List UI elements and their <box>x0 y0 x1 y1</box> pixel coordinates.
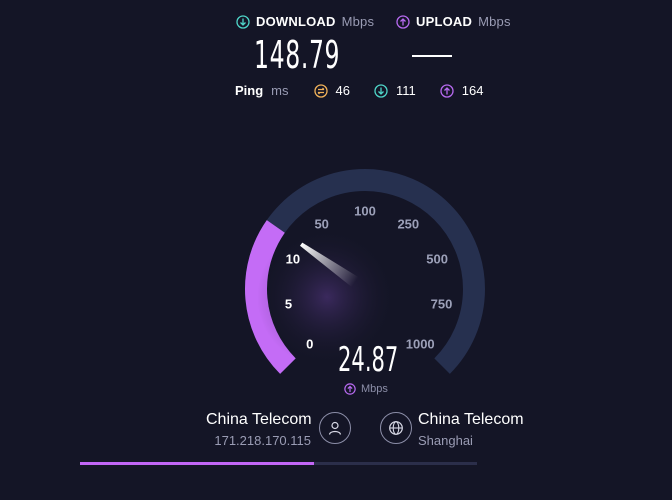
isp-info: China Telecom 171.218.170.115 <box>206 411 312 448</box>
server-button[interactable] <box>380 412 412 444</box>
gauge-tick-label: 50 <box>314 217 328 232</box>
gauge-current-value: 24.87 <box>338 340 399 380</box>
gauge-tick-label: 5 <box>285 297 292 312</box>
test-progress-bar <box>80 462 477 465</box>
server-location: Shanghai <box>418 433 473 448</box>
user-icon <box>328 421 342 435</box>
gauge-unit-label: Mbps <box>361 383 388 395</box>
gauge-tick-label: 250 <box>397 217 419 232</box>
gauge-tick-label: 1000 <box>406 337 435 352</box>
gauge-tick-label: 500 <box>426 252 448 267</box>
globe-icon <box>389 421 403 435</box>
gauge-unit: Mbps <box>344 383 388 395</box>
isp-button[interactable] <box>319 412 351 444</box>
arrow-up-circle-icon <box>344 383 356 395</box>
gauge-tick-label: 10 <box>286 252 300 267</box>
gauge-tick-label: 0 <box>306 337 313 352</box>
test-progress-fill <box>80 462 315 465</box>
isp-name: China Telecom <box>206 411 312 428</box>
isp-ip: 171.218.170.115 <box>214 433 311 448</box>
gauge-tick-label: 100 <box>354 204 376 219</box>
server-info: China Telecom Shanghai <box>418 411 524 448</box>
server-name: China Telecom <box>418 411 524 428</box>
gauge-tick-label: 750 <box>431 297 453 312</box>
